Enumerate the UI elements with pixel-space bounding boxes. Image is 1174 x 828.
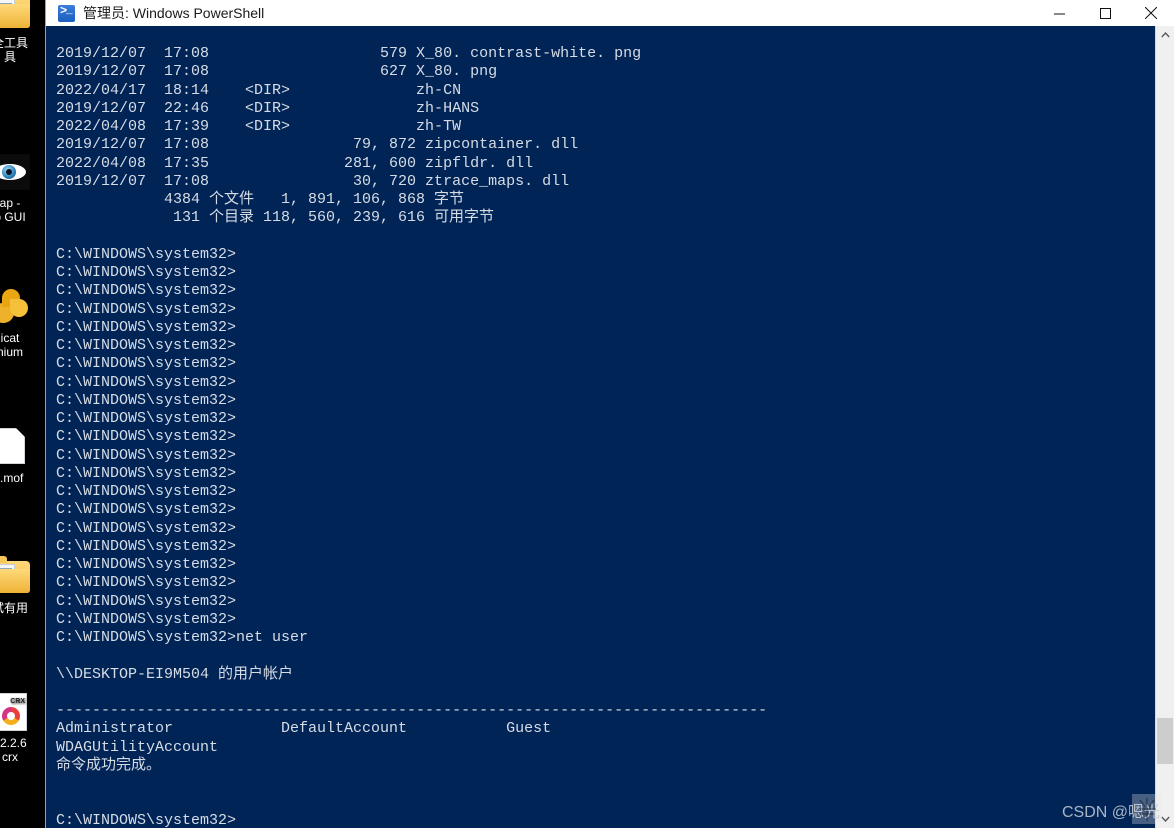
scroll-up-arrow-icon[interactable]	[1156, 26, 1174, 44]
watermark-stamp-icon	[1132, 794, 1162, 824]
desktop-icon-crx[interactable]: CRX e2.2.6 crx	[0, 690, 46, 764]
desktop-background: 全工具 具 ap - p GUI icat nium t.mof	[0, 0, 46, 828]
desktop-icon-label: 试有用	[0, 601, 28, 615]
desktop-icon-mof-file[interactable]: t.mof	[0, 425, 46, 485]
desktop-icon-folder-security-tools[interactable]: 全工具 具	[0, 0, 46, 64]
desktop-icon-label: ap - p GUI	[0, 196, 26, 224]
terminal-output-area[interactable]: 2019/12/07 17:08 579 X_80. contrast-whit…	[46, 26, 1174, 828]
window-controls	[1036, 0, 1174, 26]
desktop-icon-label: e2.2.6 crx	[0, 736, 27, 764]
desktop-icon-label: t.mof	[0, 471, 24, 485]
powershell-icon	[58, 4, 75, 22]
desktop-icon-folder-test[interactable]: 试有用	[0, 555, 46, 615]
title-bar[interactable]: 管理员: Windows PowerShell	[46, 0, 1174, 27]
maximize-button[interactable]	[1082, 0, 1128, 26]
desktop-icon-label: 全工具 具	[0, 36, 28, 64]
desktop-icon-navicat[interactable]: icat nium	[0, 285, 46, 359]
window-title: 管理员: Windows PowerShell	[83, 5, 265, 21]
folder-icon	[0, 555, 34, 599]
desktop-icon-label: icat nium	[0, 331, 23, 359]
crx-file-icon: CRX	[0, 690, 34, 734]
terminal-text: 2019/12/07 17:08 579 X_80. contrast-whit…	[56, 45, 768, 828]
sunburst-icon	[0, 285, 34, 329]
scrollbar-thumb[interactable]	[1157, 718, 1173, 764]
eye-icon	[0, 150, 34, 194]
vertical-scrollbar[interactable]	[1155, 26, 1174, 828]
powershell-window: 管理员: Windows PowerShell 2019/12/07 17:08…	[46, 0, 1174, 828]
folder-icon	[0, 0, 34, 34]
screen-root: 全工具 具 ap - p GUI icat nium t.mof	[0, 0, 1174, 828]
document-icon	[0, 425, 34, 469]
minimize-button[interactable]	[1036, 0, 1082, 26]
close-button[interactable]	[1128, 0, 1174, 26]
desktop-icon-zenmap[interactable]: ap - p GUI	[0, 150, 46, 224]
